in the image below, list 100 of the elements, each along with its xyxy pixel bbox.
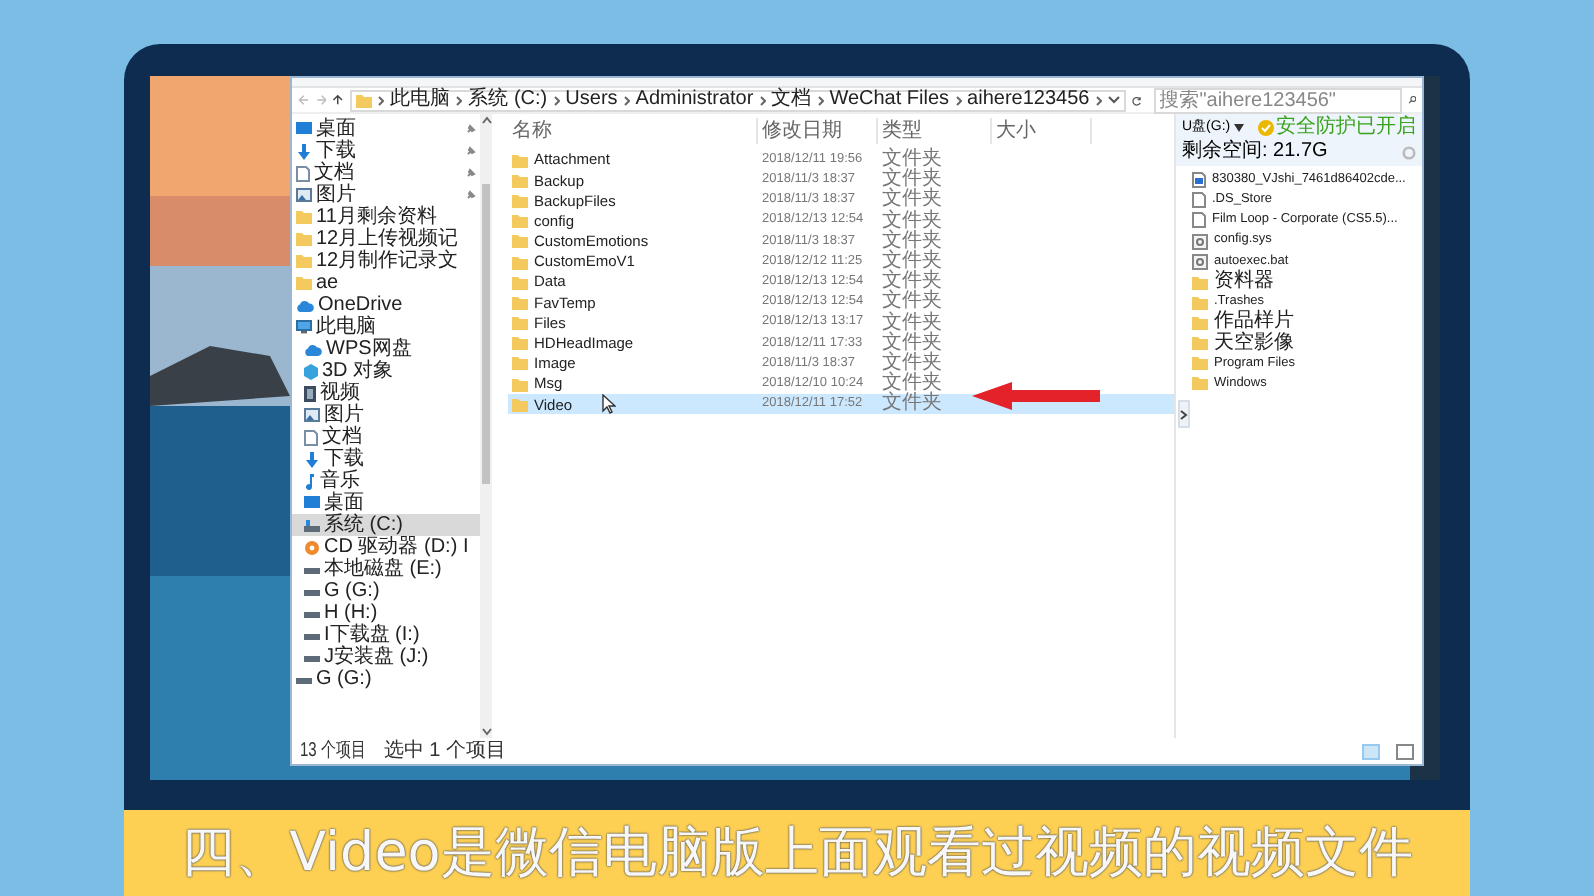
collapse-tab[interactable] <box>1178 400 1190 428</box>
nav-item[interactable]: OneDrive <box>292 294 480 316</box>
column-header[interactable]: 大小 <box>992 118 1092 144</box>
nav-item[interactable]: 本地磁盘 (E:) <box>292 558 480 580</box>
chevron-right-icon <box>623 95 630 105</box>
file-type: 文件夹 <box>880 252 944 273</box>
nav-item[interactable]: 视频 <box>292 382 480 404</box>
breadcrumb-link[interactable]: 文档 <box>771 90 812 110</box>
picture-icon <box>304 408 320 422</box>
file-name: 资料器 <box>1214 272 1274 293</box>
chevron-right-icon <box>378 95 385 105</box>
scroll-down-icon[interactable] <box>481 728 491 736</box>
scroll-up-icon[interactable] <box>481 116 491 124</box>
pointer-arrow-icon <box>972 382 1100 410</box>
column-header[interactable]: 修改日期 <box>758 118 878 144</box>
file-type: 文件夹 <box>880 394 944 415</box>
cloud-icon <box>296 299 314 311</box>
search-icon[interactable] <box>1407 94 1417 106</box>
chevron-right-icon <box>759 95 766 105</box>
pin-icon <box>466 168 476 178</box>
chevron-right-icon <box>456 95 463 105</box>
folder-icon <box>356 93 373 107</box>
nav-item[interactable]: 下载 <box>292 140 480 162</box>
file-name: 作品样片 <box>1214 312 1294 333</box>
nav-item[interactable]: H (H:) <box>292 602 480 624</box>
file-type: 文件夹 <box>880 333 944 354</box>
chevron-right-icon <box>817 95 824 105</box>
music-note-icon <box>304 473 316 489</box>
status-text: 13 个项目 <box>300 741 366 761</box>
file-type: 文件夹 <box>880 353 944 374</box>
file-type: 文件夹 <box>880 292 944 313</box>
breadcrumb-link[interactable]: Users <box>565 90 618 110</box>
nav-item[interactable]: 11月剩余资料 <box>292 206 480 228</box>
search-field[interactable]: 搜索"aihere123456" <box>1153 87 1402 113</box>
nav-item[interactable]: 文档 <box>292 426 480 448</box>
picture-icon <box>296 188 312 202</box>
gear-document-icon <box>1192 233 1208 250</box>
column-header[interactable]: 名称 <box>508 118 758 144</box>
file-type: 文件夹 <box>880 374 944 395</box>
file-type: 文件夹 <box>880 211 944 232</box>
nav-item[interactable]: 文档 <box>292 162 480 184</box>
nav-item[interactable]: ae <box>292 272 480 294</box>
file-type: 文件夹 <box>880 231 944 252</box>
security-status: 安全防护已开启 <box>1276 118 1416 138</box>
chevron-right-icon <box>1180 409 1188 419</box>
nav-item[interactable]: 12月上传视频记 <box>292 228 480 250</box>
nav-item[interactable]: 3D 对象 <box>292 360 480 382</box>
nav-item[interactable]: 图片 <box>292 404 480 426</box>
breadcrumb-link[interactable]: Administrator <box>635 90 754 110</box>
nav-item[interactable]: J安装盘 (J:) <box>292 646 480 668</box>
free-space: 剩余空间: 21.7G <box>1182 142 1328 162</box>
nav-item[interactable]: 此电脑 <box>292 316 480 338</box>
chevron-right-icon <box>1095 95 1102 105</box>
nav-item[interactable]: 下载 <box>292 448 480 470</box>
cube-icon <box>304 363 318 379</box>
file-type: 文件夹 <box>880 272 944 293</box>
monitor-icon <box>296 320 312 334</box>
gear-document-icon <box>1192 253 1208 270</box>
down-arrow-icon <box>304 451 320 467</box>
document-icon <box>296 165 310 181</box>
nav-item[interactable]: 音乐 <box>292 470 480 492</box>
breadcrumb-link[interactable]: aihere123456 <box>967 90 1090 110</box>
pin-icon <box>466 124 476 134</box>
caret-icon[interactable] <box>1234 124 1245 132</box>
column-header[interactable]: 类型 <box>878 118 992 144</box>
tiles-view-button[interactable] <box>1396 743 1414 759</box>
nav-item[interactable]: 桌面 <box>292 118 480 140</box>
refresh-icon[interactable] <box>1131 93 1142 107</box>
scroll-thumb[interactable] <box>482 184 490 484</box>
cloud-icon <box>304 343 322 355</box>
status-text: 选中 1 个项目 <box>383 741 507 761</box>
dropdown-caret-icon[interactable] <box>1107 96 1120 104</box>
caption-text: 四、Video是微信电脑版上面观看过视频的视频文件 <box>181 826 1413 880</box>
nav-item[interactable]: 12月制作记录文 <box>292 250 480 272</box>
film-icon <box>304 385 316 401</box>
nav-item[interactable]: 图片 <box>292 184 480 206</box>
file-type: 文件夹 <box>880 313 944 334</box>
breadcrumb-link[interactable]: WeChat Files <box>829 90 950 110</box>
pin-icon <box>466 146 476 156</box>
chevron-right-icon <box>553 95 560 105</box>
disc-icon <box>304 539 320 555</box>
up-arrow-icon[interactable] <box>332 92 345 108</box>
monitor-icon <box>304 496 320 510</box>
nav-item[interactable]: G (G:) <box>292 668 480 690</box>
monitor-icon <box>296 122 312 136</box>
breadcrumb-link[interactable]: 系统 (C:) <box>468 90 548 110</box>
file-name: 天空影像 <box>1214 333 1294 354</box>
nav-item[interactable]: 桌面 <box>292 492 480 514</box>
address-bar[interactable]: 此电脑 系统 (C:) Users Administrator 文档 WeChat Files aihere123456 <box>350 89 1126 111</box>
nav-item[interactable]: WPS网盘 <box>292 338 480 360</box>
mouse-cursor-icon <box>602 394 616 414</box>
chevron-right-icon <box>955 95 962 105</box>
nav-item[interactable]: 系统 (C:) <box>292 514 480 536</box>
nav-item[interactable]: CD 驱动器 (D:) I <box>292 536 480 558</box>
nav-item[interactable]: G (G:) <box>292 580 480 602</box>
nav-item[interactable]: I下载盘 (I:) <box>292 624 480 646</box>
scrollbar[interactable] <box>480 114 492 738</box>
down-arrow-icon <box>296 143 312 159</box>
file-type: 文件夹 <box>880 150 944 171</box>
breadcrumb-link[interactable]: 此电脑 <box>390 90 451 110</box>
